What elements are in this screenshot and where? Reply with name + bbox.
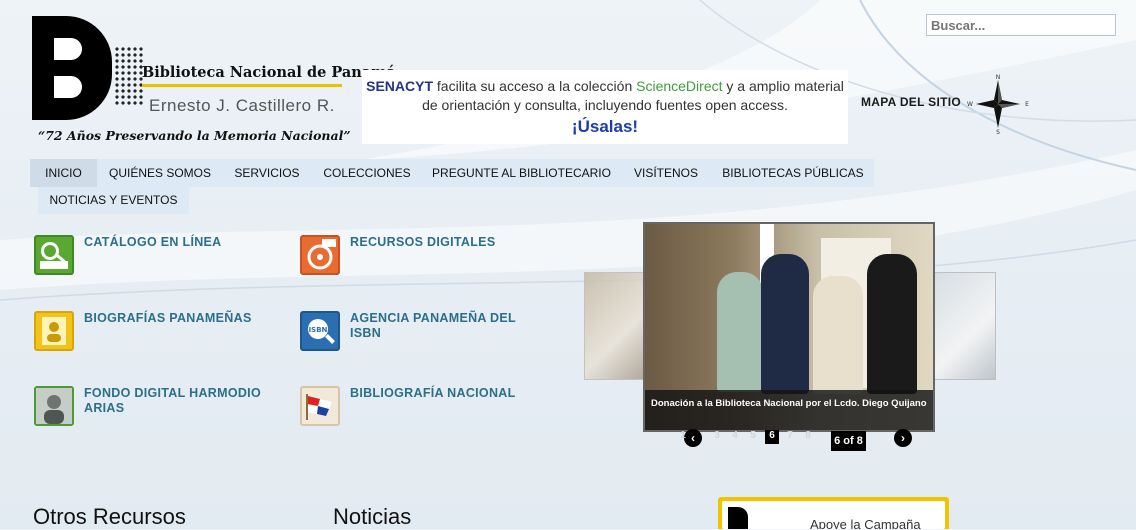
compass-icon[interactable]: N S E W [966,74,1030,134]
library-namesake: Ernesto J. Castillero R. [149,96,335,115]
slider-page-dot[interactable]: 4 [728,430,742,444]
nav-pregunte[interactable]: PREGUNTE AL BIBLIOTECARIO [423,159,620,187]
sitemap-link[interactable]: MAPA DEL SITIO [861,95,961,109]
slider-page-dot-current[interactable]: 6 [765,430,779,444]
search-input[interactable] [926,14,1116,36]
campaign-text: Apoye la Campaña [810,517,921,529]
slider-page-dot[interactable]: 3 [710,430,724,444]
nav-bibliotecas-publicas[interactable]: BIBLIOTECAS PÚBLICAS [712,159,874,187]
slider-next-thumbnail[interactable] [934,272,996,380]
nav-servicios[interactable]: SERVICIOS [223,159,311,187]
resource-label: RECURSOS DIGITALES [350,235,496,249]
slider-page-dot[interactable]: 5 [746,430,760,444]
sciencedirect-text: ScienceDirect [636,78,723,94]
campaign-logo [728,507,748,529]
resource-label: BIOGRAFÍAS PANAMEÑAS [84,311,252,325]
banner-text-1: facilita su acceso a la colección [433,78,637,94]
compass-s: S [996,129,1000,134]
biography-icon [34,311,74,351]
resource-label: AGENCIA PANAMEÑA DEL ISBN [350,311,516,340]
digital-resources-icon [300,235,340,275]
logo-dots [114,46,144,106]
portrait-icon [34,386,74,426]
nav-colecciones[interactable]: COLECCIONES [311,159,423,187]
svg-text:ISBN: ISBN [309,326,328,334]
other-resources-heading: Otros Recursos [33,504,186,529]
logo-b-mark [32,16,112,120]
nav-inicio[interactable]: INICIO [30,159,97,187]
slider-page-dot[interactable]: 8 [801,430,815,444]
resource-label: FONDO DIGITAL HARMODIO ARIAS [84,386,261,415]
slider-next-button[interactable]: › [894,429,912,447]
library-motto: “72 Años Preservando la Memoria Nacional… [38,128,351,143]
flag-icon [300,386,340,426]
nav-noticias-eventos[interactable]: NOTICIAS Y EVENTOS [38,187,189,214]
logo-underline [142,84,342,87]
nav-visitenos[interactable]: VISÍTENOS [620,159,712,187]
resource-label: BIBLIOGRAFÍA NACIONAL [350,386,516,400]
banner-cta[interactable]: ¡Úsalas! [362,117,848,136]
slider-page-dot[interactable]: 7 [783,430,797,444]
slider-prev-thumbnail[interactable] [584,272,646,380]
site-logo[interactable]: Biblioteca Nacional de Panamá Ernesto J.… [32,16,396,146]
slider-main-image[interactable]: Donación a la Biblioteca Nacional por el… [643,222,935,432]
compass-n: N [996,74,1001,81]
slider-counter: 6 of 8 [831,431,866,451]
slider-pager: ‹ 1 3 4 5 6 7 8 6 of 8 › [676,428,936,452]
senacyt-banner[interactable]: SENACYT facilita su acceso a la colecció… [362,70,848,144]
compass-e: E [1025,101,1029,108]
news-heading: Noticias [333,504,412,529]
slide-caption: Donación a la Biblioteca Nacional por el… [645,390,933,430]
isbn-icon: ISBN [300,311,340,351]
campaign-banner[interactable]: Apoye la Campaña [718,497,949,529]
main-nav: INICIO QUIÉNES SOMOS SERVICIOS COLECCION… [30,159,874,187]
resource-label: CATÁLOGO EN LÍNEA [84,235,222,249]
library-name: Biblioteca Nacional de Panamá [142,64,396,81]
slider-page-dot[interactable]: 1 [676,430,690,444]
compass-w: W [967,101,973,108]
nav-quienes-somos[interactable]: QUIÉNES SOMOS [97,159,223,187]
senacyt-text: SENACYT [366,78,434,94]
catalog-icon [34,235,74,275]
